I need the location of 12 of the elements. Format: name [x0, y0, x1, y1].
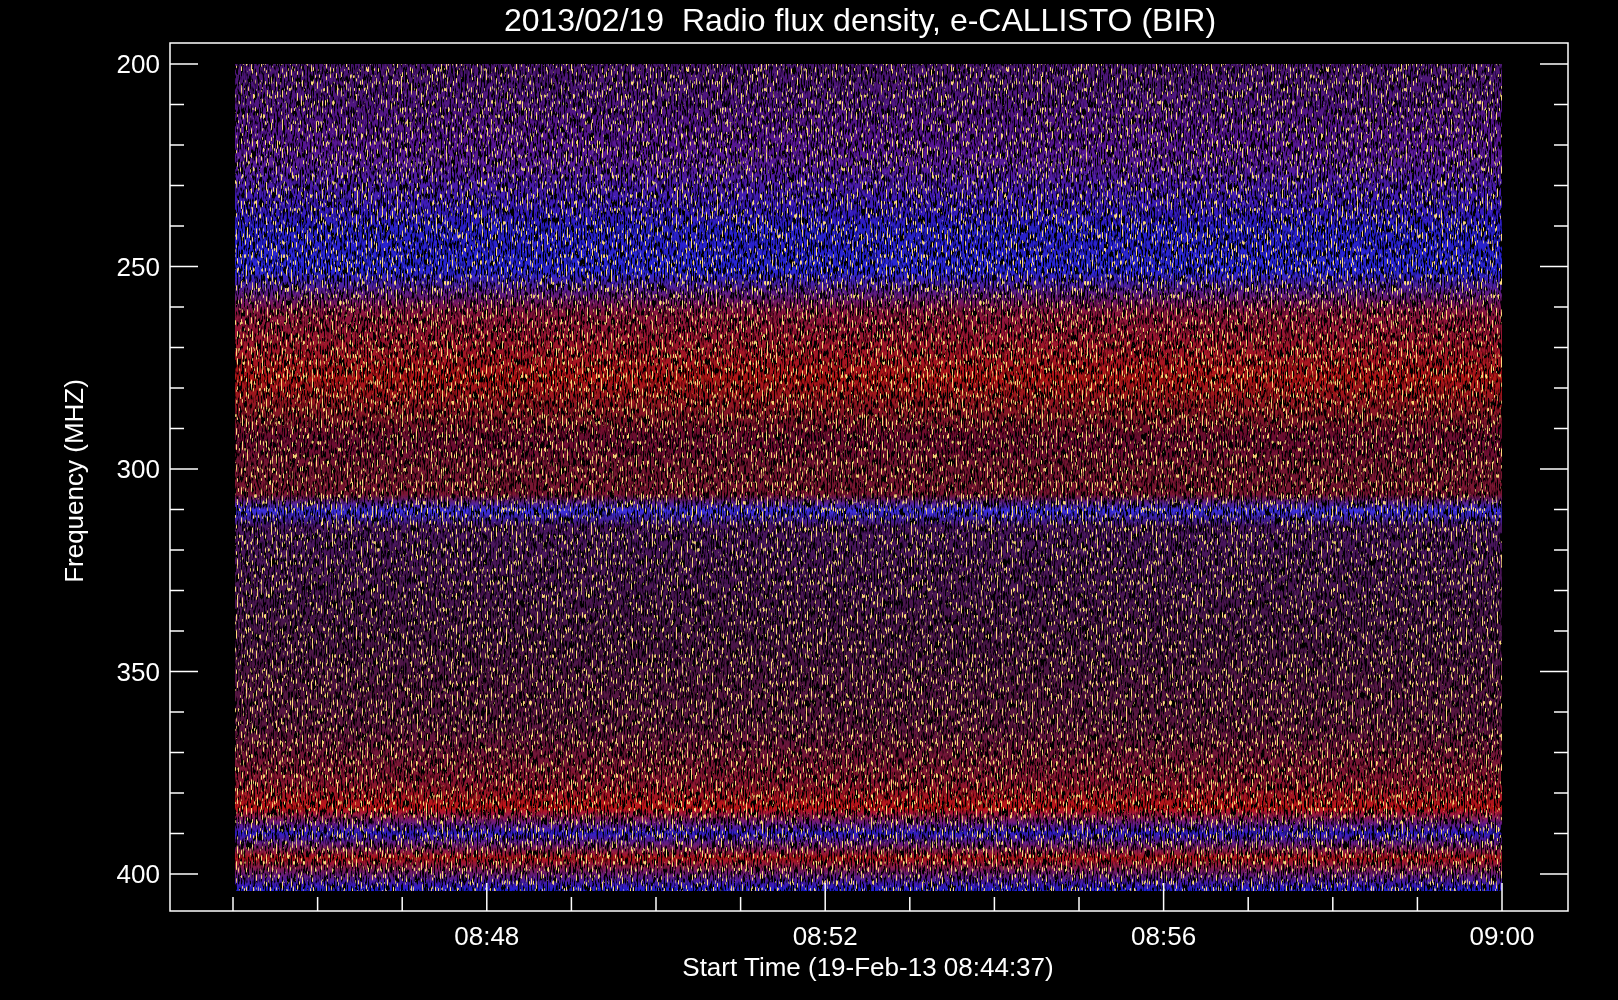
axis-label: Start Time (19-Feb-13 08:44:37): [682, 952, 1054, 982]
tick-label: 08:56: [1131, 921, 1197, 951]
tick-label: 200: [116, 49, 160, 79]
tick-label: 400: [116, 859, 160, 889]
tick-label: 250: [116, 251, 160, 282]
tick-label: 350: [116, 656, 160, 687]
axis-label: Frequency (MHZ): [59, 379, 89, 583]
tick-label: 08:52: [792, 921, 858, 951]
tick-label: 08:48: [454, 921, 520, 951]
tick-label: 300: [116, 454, 160, 484]
tick-label: 09:00: [1469, 921, 1535, 951]
chart-title: 2013/02/19 Radio flux density, e-CALLISTO (BIR): [503, 2, 1217, 38]
